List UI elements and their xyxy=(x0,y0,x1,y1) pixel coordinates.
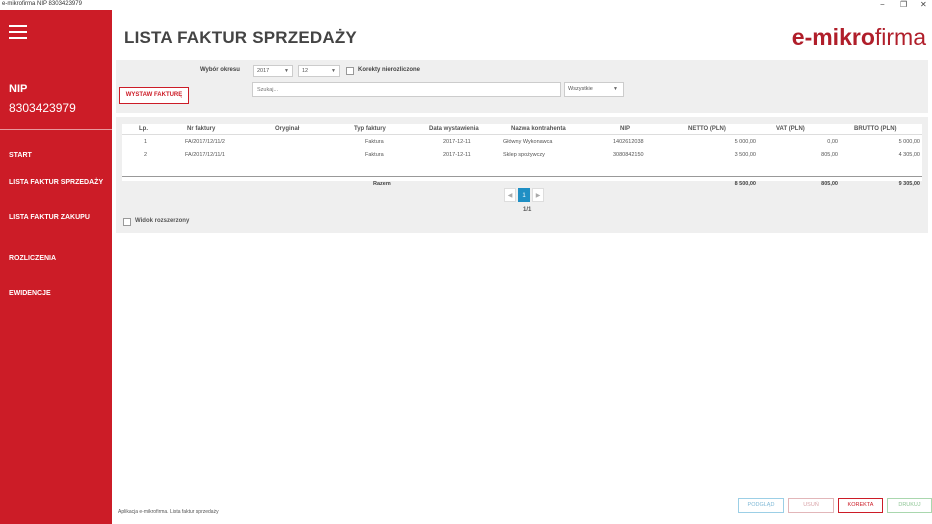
page-1-button[interactable]: 1 xyxy=(518,188,530,202)
column-header-original[interactable]: Oryginał xyxy=(275,126,299,132)
delete-button[interactable]: USUŃ xyxy=(788,498,834,513)
cell-lp: 1 xyxy=(144,139,148,145)
search-input[interactable] xyxy=(252,82,561,97)
column-header-nip[interactable]: NIP xyxy=(620,126,630,132)
cell-nip: 1402612038 xyxy=(613,139,644,145)
cell-netto: 5 000,00 xyxy=(734,139,756,145)
cell-number: FA/2017/12/11/1 xyxy=(185,152,225,158)
totals-divider xyxy=(122,176,922,177)
table-row[interactable]: 2 FA/2017/12/11/1 Faktura 2017-12-11 Skl… xyxy=(122,150,922,161)
cell-lp: 2 xyxy=(144,152,148,158)
window-titlebar: e-mikrofirma NIP 8303423979 − ❐ ✕ xyxy=(0,0,932,10)
hamburger-menu-icon[interactable] xyxy=(9,25,27,39)
cell-brutto: 5 000,00 xyxy=(898,139,920,145)
chevron-down-icon: ▼ xyxy=(331,68,336,74)
nip-value: 8303423979 xyxy=(9,101,76,115)
invoice-table: Lp. Nr faktury Oryginał Typ faktury Data… xyxy=(122,124,922,187)
maximize-icon[interactable]: ❐ xyxy=(900,0,907,9)
cell-vat: 0,00 xyxy=(827,139,838,145)
brand-logo-bold: e-mikro xyxy=(791,24,875,50)
invoice-table-panel: Lp. Nr faktury Oryginał Typ faktury Data… xyxy=(116,117,928,233)
column-header-type[interactable]: Typ faktury xyxy=(354,126,386,132)
sidebar-divider xyxy=(0,129,112,130)
cell-brutto: 4 305,00 xyxy=(898,152,920,158)
sidebar: NIP 8303423979 START LISTA FAKTUR SPRZED… xyxy=(0,10,112,524)
column-header-brutto[interactable]: BRUTTO (PLN) xyxy=(854,126,897,132)
nip-label: NIP xyxy=(9,83,28,95)
year-select-value: 2017 xyxy=(257,68,270,74)
issue-invoice-button[interactable]: WYSTAW FAKTURĘ xyxy=(119,87,189,104)
sidebar-item-records[interactable]: EWIDENCJE xyxy=(9,288,104,299)
main-content: LISTA FAKTUR SPRZEDAŻY e-mikrofirma WYST… xyxy=(112,10,932,524)
chevron-down-icon: ▼ xyxy=(613,86,618,92)
prev-page-button[interactable]: ◀ xyxy=(504,188,516,202)
column-header-netto[interactable]: NETTO (PLN) xyxy=(688,126,726,132)
extended-view-checkbox[interactable] xyxy=(123,218,131,226)
table-header: Lp. Nr faktury Oryginał Typ faktury Data… xyxy=(122,124,922,135)
cell-contractor: Sklep spożywczy xyxy=(503,152,545,158)
status-bar-text: Aplikacja e-mikrofirma. Lista faktur spr… xyxy=(118,509,219,515)
totals-vat: 805,00 xyxy=(821,181,838,187)
corrections-checkbox[interactable] xyxy=(346,67,354,75)
column-header-date[interactable]: Data wystawienia xyxy=(429,126,479,132)
extended-view-label: Widok rozszerzony xyxy=(135,218,190,224)
period-label: Wybór okresu xyxy=(200,67,240,73)
cell-nip: 3080842150 xyxy=(613,152,644,158)
page-count: 1/1 xyxy=(523,207,532,213)
totals-label: Razem xyxy=(373,181,391,187)
correction-button[interactable]: KOREKTA xyxy=(838,498,883,513)
cell-number: FA/2017/12/11/2 xyxy=(185,139,225,145)
column-header-vat[interactable]: VAT (PLN) xyxy=(776,126,805,132)
type-filter-value: Wszystkie xyxy=(568,86,593,92)
sidebar-item-purchase-invoices[interactable]: LISTA FAKTUR ZAKUPU xyxy=(9,212,104,223)
filter-bar: WYSTAW FAKTURĘ Wybór okresu 2017 ▼ 12 ▼ Ko… xyxy=(116,60,928,113)
minimize-icon[interactable]: − xyxy=(880,0,885,9)
sidebar-item-start[interactable]: START xyxy=(9,150,104,161)
window-title: e-mikrofirma NIP 8303423979 xyxy=(2,1,82,7)
cell-type: Faktura xyxy=(365,139,384,145)
month-select-value: 12 xyxy=(302,68,309,74)
cell-date: 2017-12-11 xyxy=(443,139,471,145)
table-row[interactable]: 1 FA/2017/12/11/2 Faktura 2017-12-11 Głó… xyxy=(122,137,922,148)
preview-button[interactable]: PODGLĄD xyxy=(738,498,784,513)
chevron-down-icon: ▼ xyxy=(284,68,289,74)
year-select[interactable]: 2017 ▼ xyxy=(253,65,293,77)
brand-logo: e-mikrofirma xyxy=(792,24,926,51)
corrections-label: Korekty nierozliczone xyxy=(358,67,421,73)
page-title: LISTA FAKTUR SPRZEDAŻY xyxy=(124,28,357,47)
print-button[interactable]: DRUKUJ xyxy=(887,498,932,513)
column-header-contractor[interactable]: Nazwa kontrahenta xyxy=(511,126,566,132)
sidebar-item-settlements[interactable]: ROZLICZENIA xyxy=(9,253,104,264)
totals-brutto: 9 305,00 xyxy=(898,181,920,187)
cell-netto: 3 500,00 xyxy=(734,152,756,158)
type-filter-select[interactable]: Wszystkie ▼ xyxy=(564,82,624,97)
cell-date: 2017-12-11 xyxy=(443,152,471,158)
column-header-lp[interactable]: Lp. xyxy=(139,126,148,132)
column-header-number[interactable]: Nr faktury xyxy=(187,126,215,132)
sidebar-item-sales-invoices[interactable]: LISTA FAKTUR SPRZEDAŻY xyxy=(9,177,104,188)
brand-logo-light: firma xyxy=(874,24,926,50)
cell-vat: 805,00 xyxy=(821,152,838,158)
totals-netto: 8 500,00 xyxy=(734,181,756,187)
next-page-button[interactable]: ▶ xyxy=(532,188,544,202)
month-select[interactable]: 12 ▼ xyxy=(298,65,340,77)
cell-type: Faktura xyxy=(365,152,384,158)
cell-contractor: Główny Wykonawca xyxy=(503,139,553,145)
close-icon[interactable]: ✕ xyxy=(920,0,927,9)
